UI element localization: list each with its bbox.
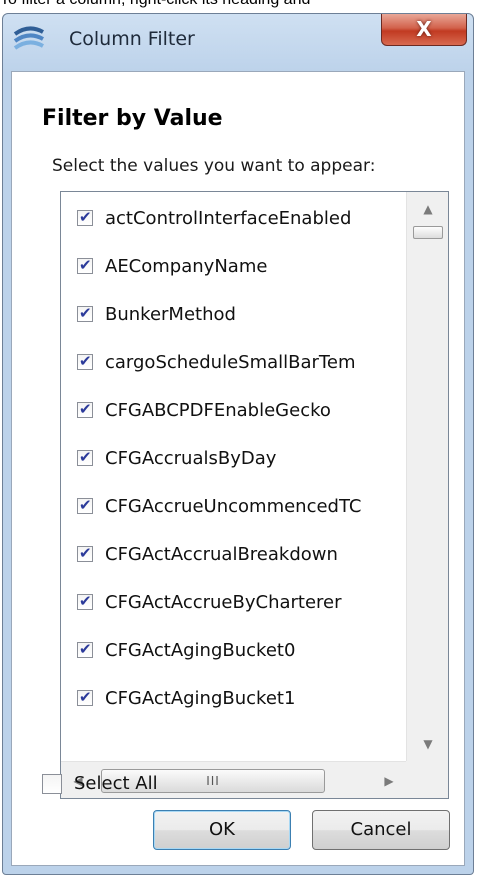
list-item[interactable]: ✔ CFGActAccrueByCharterer [61,578,406,626]
item-label: CFGABCPDFEnableGecko [105,399,331,421]
item-checkbox[interactable]: ✔ [77,592,93,610]
vertical-scrollbar[interactable]: ▲ ▼ [406,192,448,761]
column-filter-dialog: Column Filter X Filter by Value Select t… [2,13,474,875]
title-bar[interactable]: Column Filter X [3,14,473,69]
value-list[interactable]: ✔ actControlInterfaceEnabled ✔ AECompanyNam… [60,191,449,799]
value-list-viewport: ✔ actControlInterfaceEnabled ✔ AECompanyNam… [61,192,406,761]
cancel-button[interactable]: Cancel [312,810,450,850]
checkmark-icon: ✔ [79,208,92,226]
checkmark-icon: ✔ [79,640,92,658]
item-checkbox[interactable]: ✔ [77,400,93,418]
item-checkbox[interactable]: ✔ [77,448,93,466]
checkmark-icon: ✔ [79,304,92,322]
item-label: CFGActAccrualBreakdown [105,543,338,565]
item-checkbox[interactable]: ✔ [77,688,93,706]
list-item[interactable]: ✔ cargoScheduleSmallBarTem [61,338,406,386]
item-label: BunkerMethod [105,303,236,325]
select-all-checkbox[interactable] [42,773,62,794]
item-label: cargoScheduleSmallBarTem [105,351,356,373]
list-item[interactable]: ✔ CFGABCPDFEnableGecko [61,386,406,434]
item-label: CFGActAccrueByCharterer [105,591,342,613]
item-checkbox[interactable]: ✔ [77,304,93,322]
item-checkbox[interactable]: ✔ [77,256,93,274]
scroll-up-arrow-icon[interactable]: ▲ [407,192,448,226]
item-label: actControlInterfaceEnabled [105,207,352,229]
checkmark-icon: ✔ [79,496,92,514]
app-logo-icon [13,26,44,50]
item-checkbox[interactable]: ✔ [77,352,93,370]
item-checkbox[interactable]: ✔ [77,208,93,226]
select-all-label: Select All [74,773,158,794]
checkmark-icon: ✔ [79,352,92,370]
ok-button[interactable]: OK [153,810,291,850]
window-title: Column Filter [69,28,195,50]
checkmark-icon: ✔ [79,256,92,274]
list-item[interactable]: ✔ CFGActAgingBucket1 [61,674,406,722]
item-label: AECompanyName [105,255,268,277]
scroll-down-arrow-icon[interactable]: ▼ [407,727,448,761]
list-item[interactable]: ✔ CFGActAgingBucket0 [61,626,406,674]
item-label: CFGAccrueUncommencedTC [105,495,362,517]
instruction-text: Select the values you want to appear: [52,156,376,176]
item-label: CFGAccrualsByDay [105,447,277,469]
checkmark-icon: ✔ [79,592,92,610]
item-checkbox[interactable]: ✔ [77,496,93,514]
checkmark-icon: ✔ [79,688,92,706]
scrollbar-corner [406,761,448,798]
list-item[interactable]: ✔ CFGAccrualsByDay [61,434,406,482]
item-checkbox[interactable]: ✔ [77,640,93,658]
checkmark-icon: ✔ [79,448,92,466]
list-item[interactable]: ✔ CFGAccrueUncommencedTC [61,482,406,530]
list-item[interactable]: ✔ actControlInterfaceEnabled [61,194,406,242]
item-label: CFGActAgingBucket0 [105,639,296,661]
select-all-option[interactable]: Select All [42,773,158,794]
list-item[interactable]: ✔ CFGActAccrualBreakdown [61,530,406,578]
list-item[interactable]: ✔ AECompanyName [61,242,406,290]
section-heading: Filter by Value [42,106,223,131]
scroll-right-arrow-icon[interactable]: ▶ [372,762,406,798]
list-item[interactable]: ✔ BunkerMethod [61,290,406,338]
item-checkbox[interactable]: ✔ [77,544,93,562]
dialog-body: Filter by Value Select the values you wa… [11,71,465,866]
vertical-scroll-thumb[interactable] [413,226,443,239]
close-button[interactable]: X [381,14,467,46]
page-context-text: To filter a column, right-click its head… [0,0,478,13]
item-label: CFGActAgingBucket1 [105,687,296,709]
checkmark-icon: ✔ [79,544,92,562]
checkmark-icon: ✔ [79,400,92,418]
